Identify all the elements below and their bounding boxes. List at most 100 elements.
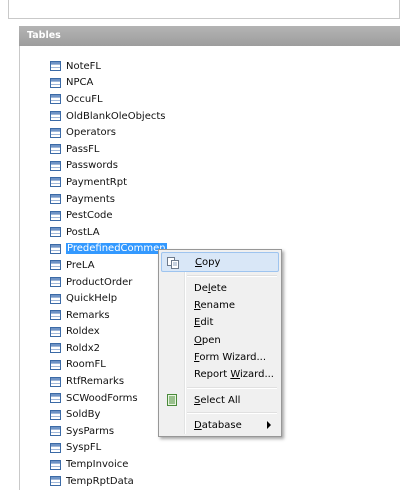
table-name: Payments (66, 193, 115, 205)
table-item[interactable]: Operators (50, 124, 167, 141)
table-name: OccuFL (66, 93, 103, 105)
table-name: TempRptData (66, 475, 134, 487)
table-name: RtfRemarks (66, 376, 125, 388)
menu-item-edit[interactable]: Edit (161, 312, 279, 332)
table-icon (50, 243, 61, 254)
table-icon (50, 61, 61, 72)
table-icon (50, 177, 61, 188)
table-name: SCWoodForms (66, 392, 138, 404)
table-item[interactable]: OccuFL (50, 91, 167, 108)
table-icon (50, 77, 61, 88)
table-item[interactable]: Payments (50, 191, 167, 208)
table-item[interactable]: Passwords (50, 158, 167, 175)
table-item-selected[interactable]: PredefinedCommen (50, 241, 167, 258)
table-name: PredefinedCommen (66, 243, 167, 255)
copy-icon (167, 257, 180, 269)
top-panel (8, 0, 400, 19)
table-item[interactable]: SCWoodForms (50, 390, 167, 407)
menu-item-label: Edit (194, 316, 214, 328)
menu-item-select-all[interactable]: Select All (161, 390, 279, 410)
table-icon (50, 476, 61, 487)
table-item[interactable]: RoomFL (50, 357, 167, 374)
table-item[interactable]: PaymentRpt (50, 174, 167, 191)
tables-list: NoteFL NPCA OccuFL OldBlankOleObjects Op… (50, 58, 167, 489)
menu-item-label: Select All (194, 394, 241, 406)
table-item[interactable]: NPCA (50, 75, 167, 92)
menu-item-label: Delete (194, 282, 227, 294)
table-icon (50, 127, 61, 138)
menu-item-label: Database (194, 419, 242, 431)
table-item[interactable]: NoteFL (50, 58, 167, 75)
table-item[interactable]: QuickHelp (50, 290, 167, 307)
table-icon (50, 111, 61, 122)
table-icon (50, 393, 61, 404)
table-icon (50, 94, 61, 105)
table-name: SyspFL (66, 442, 102, 454)
table-item[interactable]: OldBlankOleObjects (50, 108, 167, 125)
menu-item-label: Open (194, 334, 221, 346)
table-name: Passwords (66, 160, 118, 172)
tables-panel-title: Tables (27, 30, 61, 41)
table-item[interactable]: Roldex (50, 324, 167, 341)
table-item[interactable]: TempRptData (50, 473, 167, 490)
table-name: PostLA (66, 226, 100, 238)
table-name: PaymentRpt (66, 176, 127, 188)
table-item[interactable]: RtfRemarks (50, 373, 167, 390)
table-name: SysParms (66, 425, 115, 437)
table-icon (50, 376, 61, 387)
table-icon (50, 310, 61, 321)
menu-item-report-wizard[interactable]: Report Wizard... (161, 364, 279, 384)
table-name: SoldBy (66, 409, 101, 421)
table-name: PassFL (66, 143, 100, 155)
table-icon (50, 227, 61, 238)
menu-item-label: Report Wizard... (194, 368, 274, 380)
table-name: PreLA (66, 259, 95, 271)
table-name: Operators (66, 127, 116, 139)
submenu-arrow-icon (267, 421, 271, 429)
table-item[interactable]: PreLA (50, 257, 167, 274)
menu-separator (187, 275, 277, 277)
table-item[interactable]: PassFL (50, 141, 167, 158)
menu-item-copy[interactable]: Copy (161, 252, 279, 272)
select-all-icon (166, 394, 179, 406)
table-icon (50, 277, 61, 288)
table-icon (50, 160, 61, 171)
table-name: Roldx2 (66, 342, 101, 354)
table-item[interactable]: SoldBy (50, 406, 167, 423)
table-item[interactable]: PostLA (50, 224, 167, 241)
table-name: NoteFL (66, 60, 101, 72)
table-icon (50, 426, 61, 437)
table-icon (50, 359, 61, 370)
table-name: Roldex (66, 326, 100, 338)
table-item[interactable]: SysParms (50, 423, 167, 440)
menu-item-label: Rename (194, 299, 236, 311)
table-item[interactable]: ProductOrder (50, 274, 167, 291)
menu-item-database[interactable]: Database (161, 415, 279, 435)
table-icon (50, 210, 61, 221)
table-item[interactable]: Roldx2 (50, 340, 167, 357)
table-item[interactable]: TempInvoice (50, 456, 167, 473)
menu-separator (187, 387, 277, 389)
tables-panel-header: Tables (19, 26, 400, 46)
table-icon (50, 144, 61, 155)
table-name: Remarks (66, 309, 110, 321)
table-icon (50, 293, 61, 304)
table-icon (50, 326, 61, 337)
table-name: TempInvoice (66, 459, 129, 471)
table-icon (50, 409, 61, 420)
table-name: OldBlankOleObjects (66, 110, 166, 122)
table-icon (50, 343, 61, 354)
table-name: ProductOrder (66, 276, 133, 288)
table-name: RoomFL (66, 359, 106, 371)
table-item[interactable]: SyspFL (50, 440, 167, 457)
menu-item-label: Copy (195, 256, 221, 268)
table-icon (50, 260, 61, 271)
table-name: NPCA (66, 77, 94, 89)
table-item[interactable]: Remarks (50, 307, 167, 324)
table-name: QuickHelp (66, 293, 118, 305)
table-icon (50, 442, 61, 453)
menu-separator (187, 412, 277, 414)
table-icon (50, 459, 61, 470)
table-icon (50, 194, 61, 205)
table-item[interactable]: PestCode (50, 207, 167, 224)
